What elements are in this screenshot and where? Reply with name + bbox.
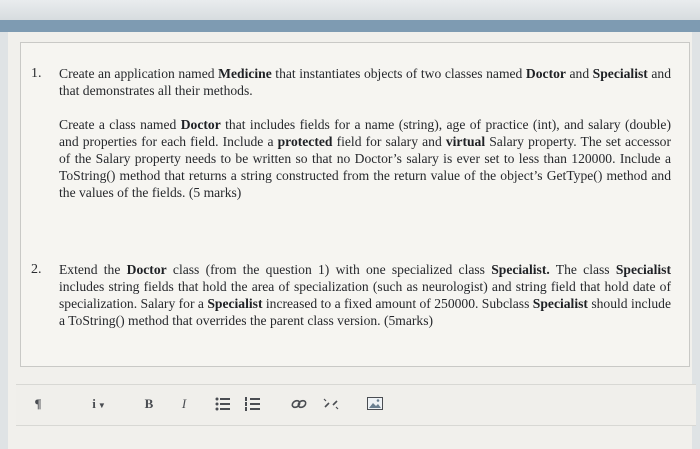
bold-icon: B <box>144 396 154 411</box>
info-dropdown-button[interactable]: i ▼ <box>88 394 110 414</box>
unlink-icon <box>323 398 339 410</box>
bullet-list-button[interactable] <box>214 394 232 414</box>
question-2-text: Extend the Doctor class (from the questi… <box>59 262 672 328</box>
numbered-list-icon <box>245 397 260 411</box>
question-1-details: Create a class named Doctor that include… <box>59 117 671 200</box>
question-page: 1. Create an application named Medicine … <box>8 32 696 449</box>
question-1-number: 1. <box>31 66 42 81</box>
question-1-text: Create an application named Medicine tha… <box>59 65 671 201</box>
editor-toolbar: ¶ i ▼ B I <box>16 384 696 426</box>
bold-button[interactable]: B <box>142 394 156 414</box>
question-2-number: 2. <box>31 262 42 277</box>
image-icon <box>367 397 383 410</box>
top-strip <box>0 0 700 20</box>
unlink-button[interactable] <box>322 394 340 414</box>
paragraph-icon: ¶ <box>34 396 42 411</box>
image-button[interactable] <box>366 394 384 414</box>
paragraph-button[interactable]: ¶ <box>30 394 46 414</box>
link-button[interactable] <box>290 394 308 414</box>
chevron-down-icon: ▼ <box>97 401 106 410</box>
italic-icon: I <box>181 396 187 411</box>
link-icon <box>291 399 307 409</box>
question-text-area: 1. Create an application named Medicine … <box>20 42 690 367</box>
bullet-list-icon <box>215 397 230 411</box>
header-bar <box>0 20 700 32</box>
info-icon: i <box>92 396 96 411</box>
question-1-intro: Create an application named Medicine tha… <box>59 66 671 98</box>
italic-button[interactable]: I <box>178 394 190 414</box>
numbered-list-button[interactable] <box>244 394 262 414</box>
